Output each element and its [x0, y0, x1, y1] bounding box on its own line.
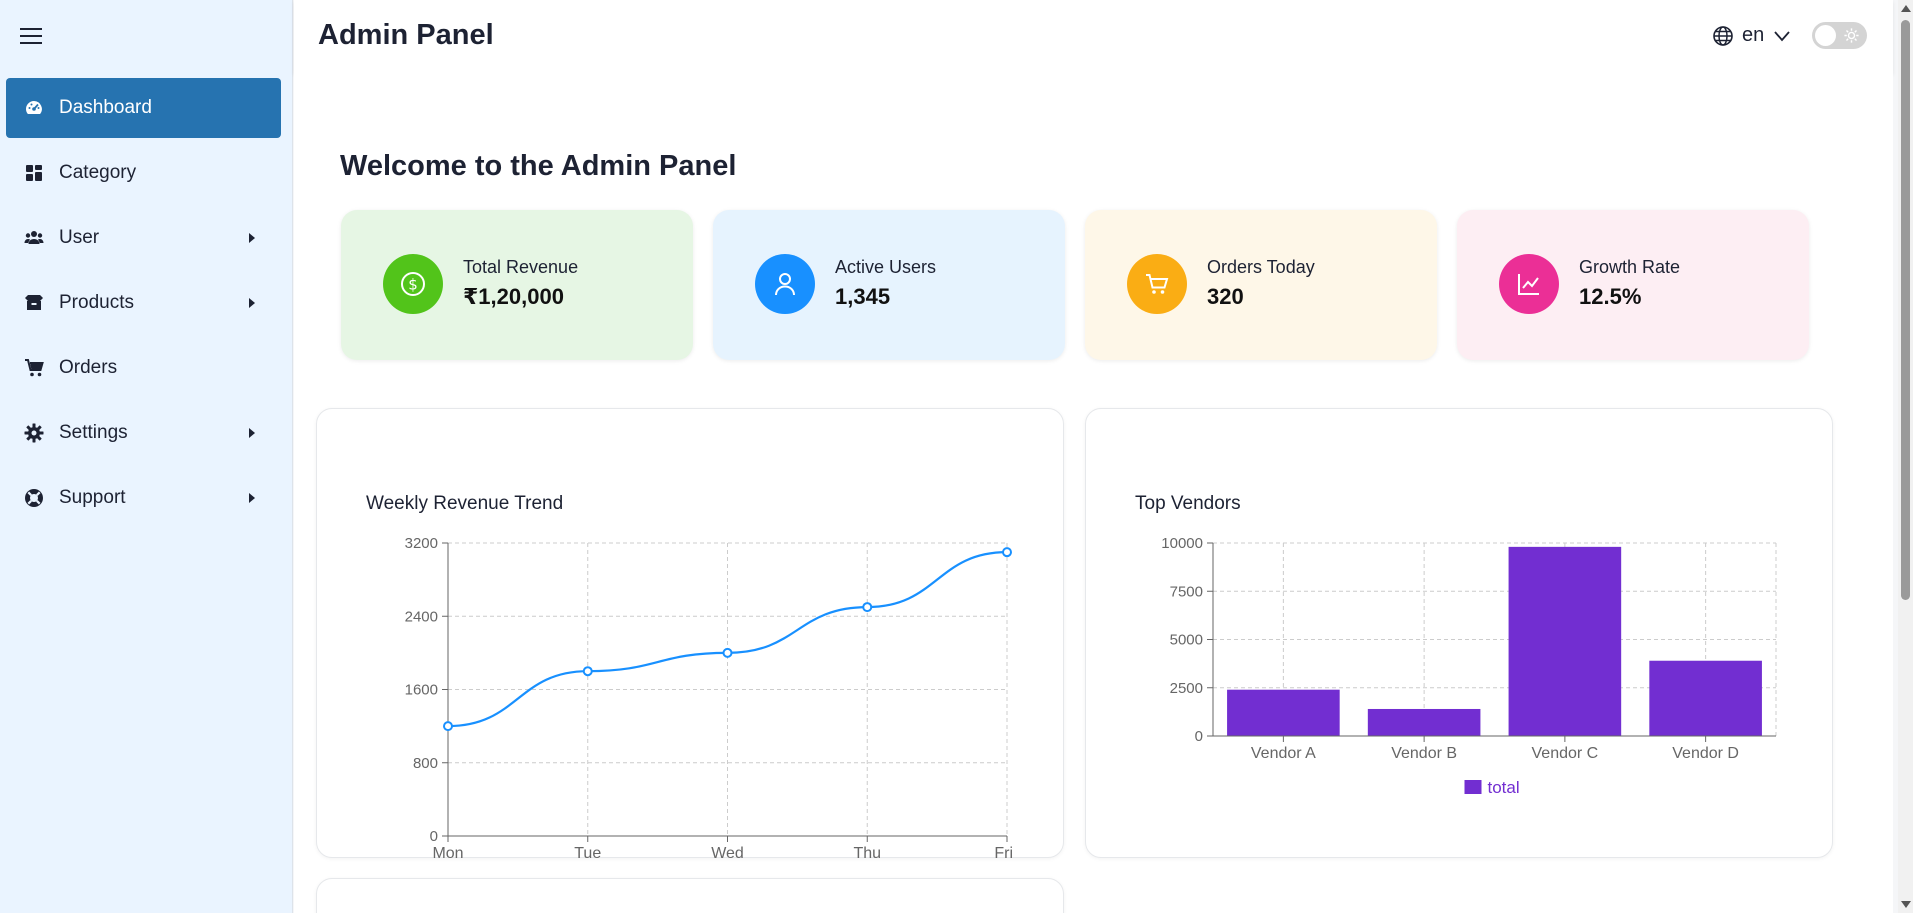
stat-card-revenue: $ Total Revenue ₹1,20,000: [341, 210, 693, 360]
caret-right-icon: [249, 428, 255, 438]
sidebar-item-label: Products: [59, 292, 134, 313]
grid-icon: [23, 162, 45, 184]
sidebar-item-settings[interactable]: Settings: [6, 403, 281, 463]
y-tick-label: 2400: [405, 608, 438, 625]
bar-chart: 0 2500 5000 7500 10000 Vendor A Vendor B Vendor…: [1161, 535, 1777, 797]
toggle-knob: [1815, 25, 1836, 46]
box-icon: [23, 292, 45, 314]
x-tick-label: Vendor D: [1672, 745, 1739, 762]
x-tick-label: Vendor A: [1251, 745, 1316, 762]
y-tick-label: 0: [430, 828, 438, 845]
sidebar-item-support[interactable]: Support: [6, 468, 281, 528]
cart-icon: [23, 357, 45, 379]
sidebar-item-category[interactable]: Category: [6, 143, 281, 203]
chart-card-weekly-revenue: Weekly Revenue Trend 0 800 1600 2400 3200 Mon…: [316, 408, 1064, 859]
scroll-up-icon[interactable]: [1901, 5, 1911, 12]
language-label: en: [1742, 24, 1765, 46]
dollar-icon: $: [383, 254, 443, 314]
chart-line-icon: [1499, 254, 1559, 314]
stat-value: 12.5%: [1579, 284, 1642, 309]
stat-card-growth: Growth Rate 12.5%: [1457, 210, 1809, 360]
caret-right-icon: [249, 233, 255, 243]
sidebar-item-products[interactable]: Products: [6, 273, 281, 333]
data-point[interactable]: [722, 647, 733, 658]
stat-value: 320: [1207, 284, 1244, 309]
y-tick-label: 800: [413, 755, 438, 772]
sidebar-item-label: Support: [59, 487, 126, 508]
user-icon: [755, 254, 815, 314]
bar[interactable]: [1649, 660, 1762, 736]
sidebar-nav: Dashboard Category User Products Orders …: [6, 78, 281, 533]
y-tick-label: 2500: [1170, 680, 1203, 697]
y-tick-label: 0: [1195, 728, 1203, 745]
main-content: Welcome to the Admin Panel $ Total Reven…: [294, 73, 1893, 913]
chevron-down-icon: [1774, 30, 1790, 41]
stat-value: 1,345: [835, 284, 891, 309]
scrollbar-thumb[interactable]: [1901, 20, 1910, 600]
stat-label: Total Revenue: [463, 257, 579, 277]
caret-right-icon: [249, 298, 255, 308]
cart-icon: [1127, 254, 1187, 314]
sidebar-item-label: User: [59, 227, 100, 248]
stat-card-orders: Orders Today 320: [1085, 210, 1437, 360]
data-point[interactable]: [862, 602, 873, 613]
chart-card-top-vendors: Top Vendors 0 2500 5000 7500 10000 Vendor A Ve…: [1085, 408, 1833, 858]
stat-label: Active Users: [835, 257, 937, 277]
legend-label[interactable]: total: [1488, 778, 1520, 797]
x-tick-label: Tue: [574, 845, 601, 859]
stat-label: Growth Rate: [1579, 257, 1681, 277]
x-tick-label: Vendor C: [1532, 745, 1599, 762]
language-selector[interactable]: en: [1712, 24, 1791, 47]
stat-value: ₹1,20,000: [463, 284, 564, 309]
page-title: Admin Panel: [318, 19, 494, 51]
lifebuoy-icon: [23, 487, 45, 509]
data-point[interactable]: [443, 721, 453, 732]
stat-label: Orders Today: [1207, 257, 1315, 277]
x-tick-label: Wed: [711, 845, 744, 859]
line-chart: 0 800 1600 2400 3200 Mon Tue Wed Thu Fri: [405, 535, 1013, 859]
sidebar-item-label: Dashboard: [59, 97, 152, 118]
y-tick-label: 1600: [405, 682, 438, 699]
bar[interactable]: [1227, 689, 1340, 736]
page-scrollbar[interactable]: [1898, 0, 1913, 913]
y-tick-label: 3200: [405, 535, 438, 552]
data-point[interactable]: [1002, 547, 1012, 558]
sidebar-item-orders[interactable]: Orders: [6, 338, 281, 398]
menu-toggle-icon[interactable]: [20, 26, 42, 46]
bar[interactable]: [1367, 708, 1481, 736]
sidebar-item-label: Settings: [59, 422, 128, 443]
sidebar-item-user[interactable]: User: [6, 208, 281, 268]
caret-right-icon: [249, 493, 255, 503]
chart-card-partial: [316, 878, 1064, 913]
gauge-icon: [23, 97, 45, 119]
x-tick-label: Vendor B: [1391, 745, 1457, 762]
data-point[interactable]: [582, 666, 593, 677]
users-icon: [23, 227, 45, 249]
y-tick-label: 10000: [1161, 535, 1203, 552]
svg-text:$: $: [408, 276, 418, 294]
top-bar: Admin Panel en: [294, 0, 1893, 73]
gear-icon: [23, 422, 45, 444]
x-tick-label: Mon: [432, 845, 463, 859]
y-tick-label: 5000: [1170, 632, 1203, 649]
globe-icon: [1713, 25, 1733, 46]
theme-toggle[interactable]: [1812, 22, 1867, 49]
x-tick-label: Fri: [994, 845, 1013, 859]
welcome-heading: Welcome to the Admin Panel: [340, 150, 737, 182]
x-tick-label: Thu: [853, 845, 881, 859]
sidebar-item-dashboard[interactable]: Dashboard: [6, 78, 281, 138]
sidebar-item-label: Category: [59, 162, 137, 183]
y-tick-label: 7500: [1170, 583, 1203, 600]
scroll-down-icon[interactable]: [1901, 901, 1911, 908]
sidebar: Dashboard Category User Products Orders …: [0, 0, 293, 913]
sidebar-item-label: Orders: [59, 357, 118, 378]
stat-card-users: Active Users 1,345: [713, 210, 1065, 360]
sun-icon: [1844, 28, 1859, 43]
legend-swatch[interactable]: [1464, 780, 1482, 794]
bar[interactable]: [1508, 546, 1622, 736]
